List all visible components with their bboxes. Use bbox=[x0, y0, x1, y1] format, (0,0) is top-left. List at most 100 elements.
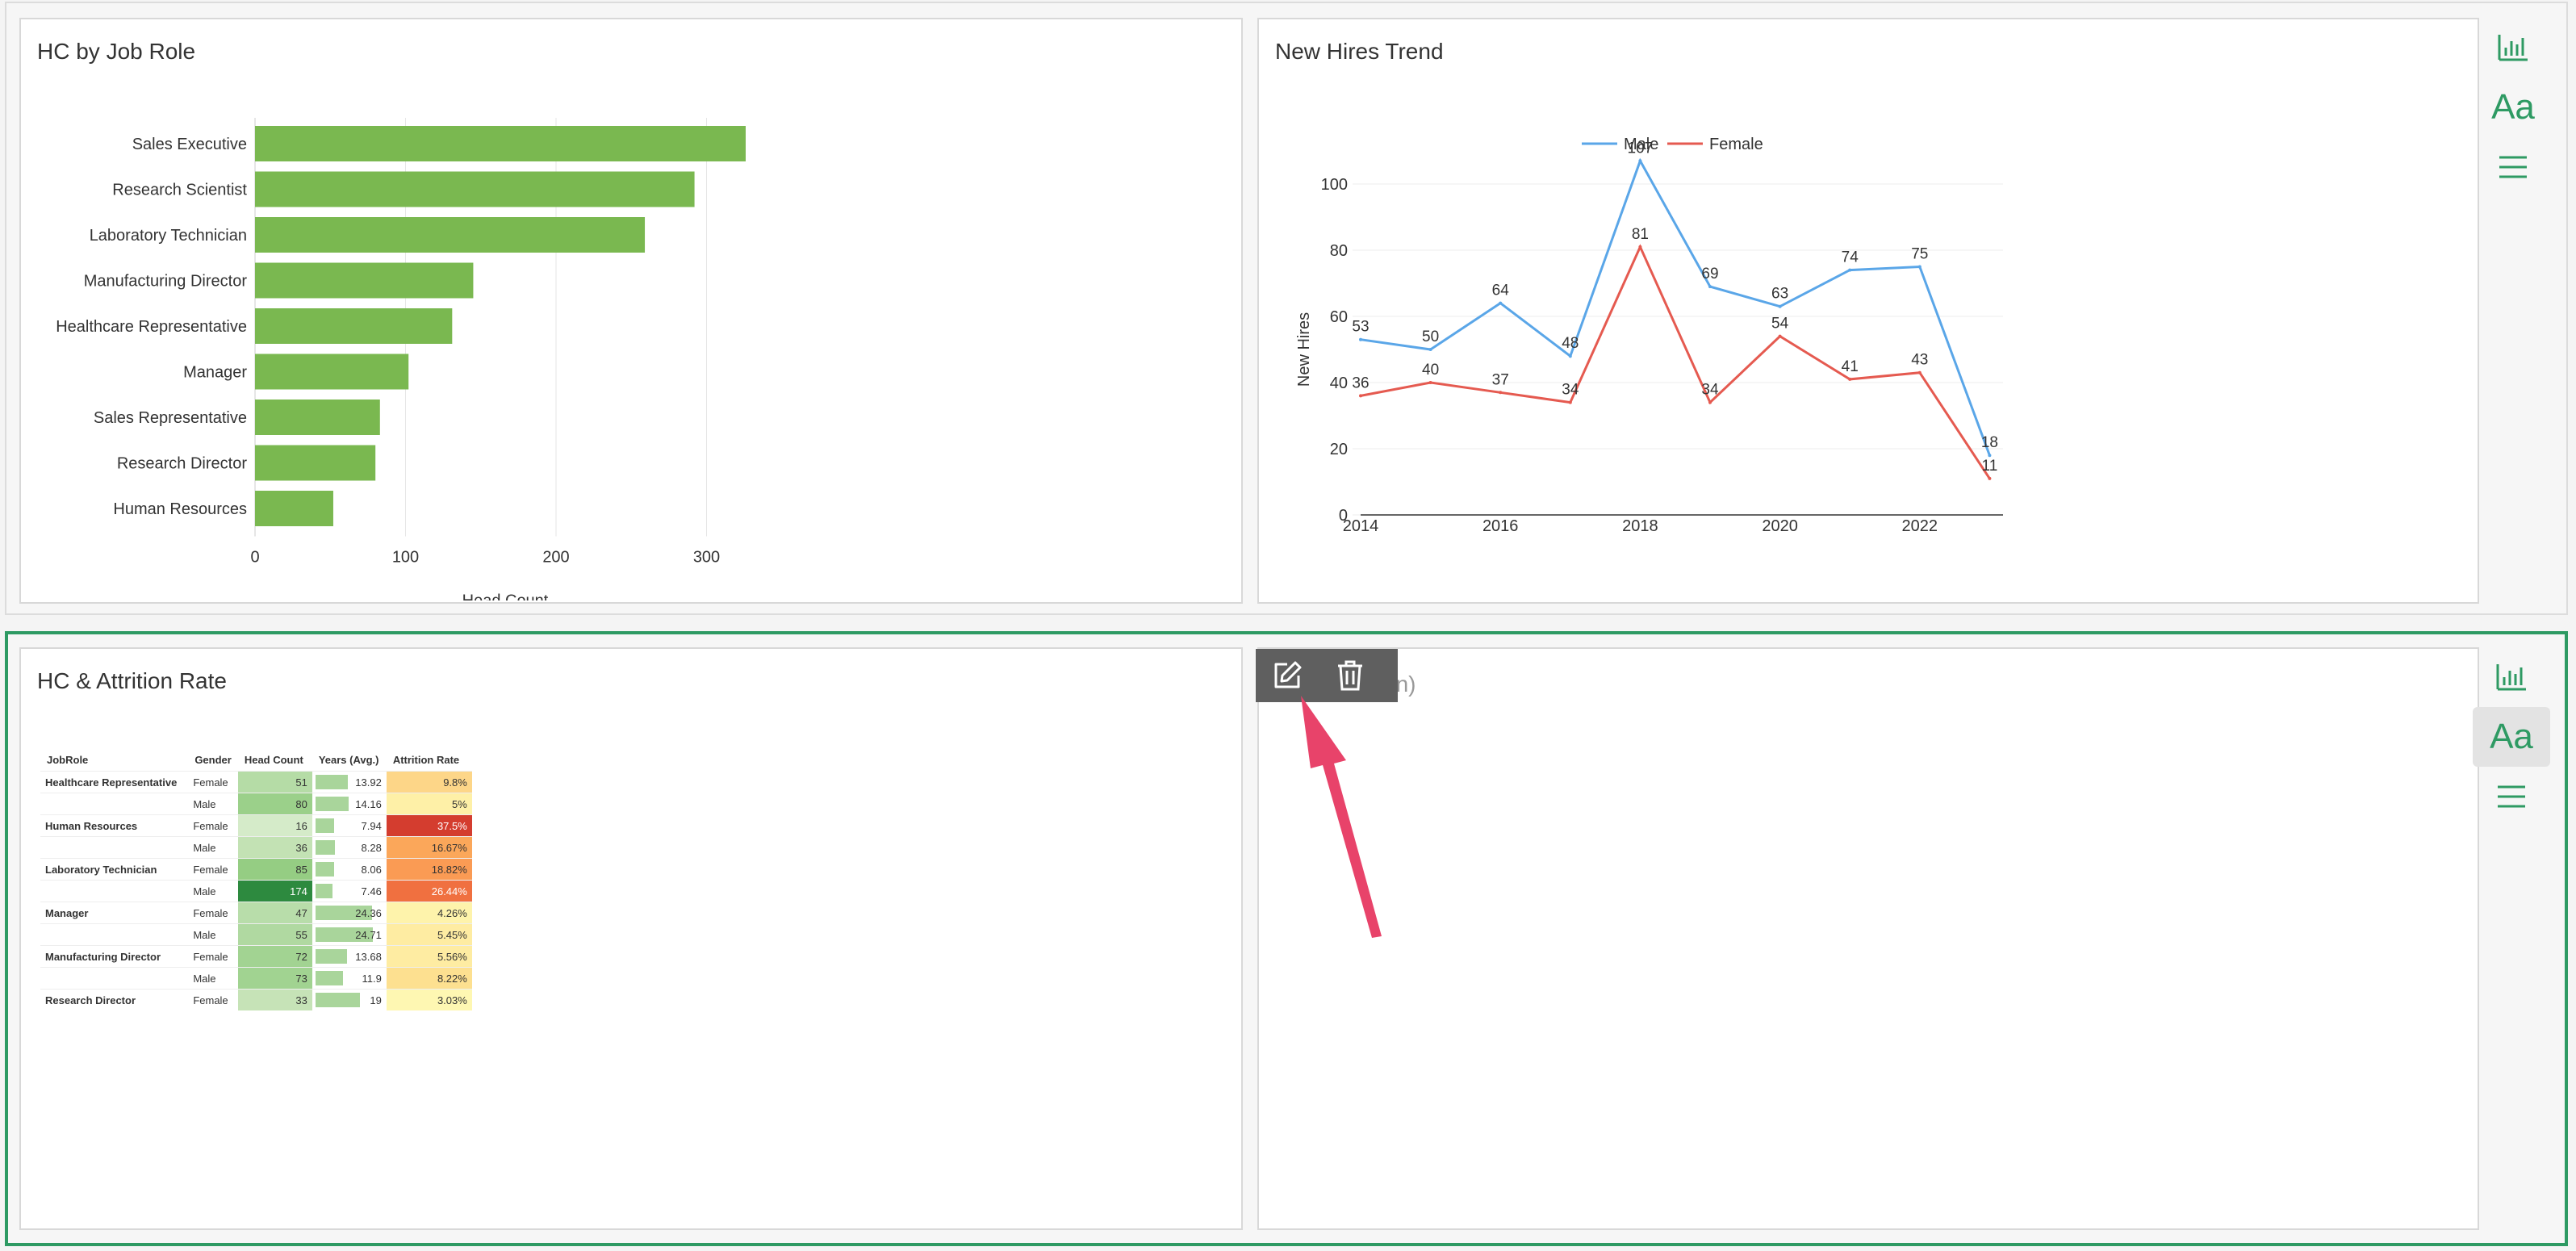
cell-attrition-rate: 16.67% bbox=[386, 836, 472, 859]
data-label: 54 bbox=[1771, 316, 1789, 333]
data-point bbox=[1428, 348, 1432, 351]
cell-years-avg: 19 bbox=[312, 989, 387, 1010]
text-format-button[interactable]: Aa bbox=[2474, 77, 2552, 137]
header-attrition-rate[interactable]: Attrition Rate bbox=[387, 747, 472, 772]
x-tick-label: 2018 bbox=[1622, 517, 1658, 535]
new-hires-trend-panel[interactable]: New Hires Trend 0 20 40 60 80 100 2014 2016 2018… bbox=[1257, 18, 2479, 604]
y-tick-label: Human Resources bbox=[113, 500, 247, 518]
y-tick-label: Laboratory Technician bbox=[90, 227, 247, 245]
years-value: 7.46 bbox=[361, 885, 382, 897]
menu-button[interactable] bbox=[2474, 137, 2552, 197]
cell-years-avg: 11.9 bbox=[312, 967, 387, 990]
bar bbox=[255, 308, 453, 344]
cell-jobrole: Laboratory Technician bbox=[40, 858, 189, 881]
y-tick-label: Sales Executive bbox=[132, 136, 247, 153]
bar-chart-icon bbox=[2498, 35, 2528, 61]
cell-attrition-rate: 26.44% bbox=[386, 880, 472, 902]
header-gender[interactable]: Gender bbox=[188, 747, 238, 772]
y-tick-label: Healthcare Representative bbox=[56, 318, 247, 336]
cell-attrition-rate: 37.5% bbox=[386, 814, 472, 837]
data-point bbox=[1568, 400, 1572, 404]
text-format-button[interactable]: Aa bbox=[2473, 707, 2550, 767]
data-point bbox=[1778, 334, 1782, 338]
data-point bbox=[1499, 391, 1503, 395]
data-label: 43 bbox=[1911, 352, 1928, 369]
years-bar bbox=[315, 818, 334, 833]
series-line bbox=[1360, 157, 1991, 456]
data-point bbox=[1708, 285, 1712, 289]
header-head-count[interactable]: Head Count bbox=[238, 747, 312, 772]
cell-attrition-rate: 5.56% bbox=[386, 945, 472, 968]
cell-years-avg: 7.46 bbox=[312, 880, 387, 902]
cell-years-avg: 7.94 bbox=[312, 814, 387, 837]
cell-jobrole bbox=[40, 836, 189, 859]
data-label: 74 bbox=[1842, 249, 1859, 266]
table-row: Male 80 14.16 5% bbox=[40, 793, 472, 815]
panel-title: HC & Attrition Rate bbox=[37, 668, 227, 693]
table-row: Male 174 7.46 26.44% bbox=[40, 880, 472, 902]
years-value: 13.68 bbox=[355, 950, 382, 963]
data-label: 48 bbox=[1562, 335, 1579, 352]
data-label: 36 bbox=[1352, 374, 1369, 391]
years-bar bbox=[315, 993, 360, 1007]
years-value: 24.36 bbox=[355, 906, 382, 919]
empty-panel[interactable] bbox=[1257, 647, 2479, 1230]
data-label: 75 bbox=[1911, 246, 1928, 263]
x-tick-label: 2016 bbox=[1482, 517, 1519, 535]
edit-toolbar bbox=[1256, 649, 1398, 702]
cell-head-count: 47 bbox=[237, 902, 312, 924]
data-label: 69 bbox=[1701, 266, 1718, 282]
cell-gender: Male bbox=[188, 836, 238, 859]
cell-head-count: 16 bbox=[237, 814, 312, 837]
hc-by-job-role-panel[interactable]: HC by Job Role 0 100 200 300 Sales Executive… bbox=[19, 18, 1243, 604]
years-value: 24.71 bbox=[355, 928, 382, 941]
cell-head-count: 33 bbox=[237, 989, 312, 1010]
data-label: 18 bbox=[1981, 434, 1998, 451]
cell-years-avg: 14.16 bbox=[312, 793, 387, 815]
chart-type-button[interactable] bbox=[2474, 18, 2552, 77]
table-row: Male 73 11.9 8.22% bbox=[40, 967, 472, 990]
cell-years-avg: 8.06 bbox=[312, 858, 387, 881]
legend-label: Female bbox=[1709, 136, 1763, 153]
line-chart: 0204060801002014 2016 2018 2020 2022New Hire… bbox=[1295, 136, 2003, 535]
cell-attrition-rate: 8.22% bbox=[386, 967, 472, 990]
cell-gender: Male bbox=[188, 923, 238, 946]
header-years-avg[interactable]: Years (Avg.) bbox=[312, 747, 387, 772]
panel-title: HC by Job Role bbox=[37, 39, 196, 64]
edit-icon bbox=[1274, 661, 1302, 688]
cell-years-avg: 24.36 bbox=[312, 902, 387, 924]
y-tick-label: 60 bbox=[1330, 308, 1348, 326]
years-value: 8.06 bbox=[361, 863, 382, 876]
data-point bbox=[1778, 304, 1782, 308]
cell-gender: Female bbox=[188, 945, 238, 968]
edit-button[interactable] bbox=[1256, 649, 1319, 702]
data-point bbox=[1359, 394, 1362, 398]
data-point bbox=[1917, 265, 1922, 269]
text-format-icon: Aa bbox=[2490, 717, 2533, 756]
years-bar bbox=[315, 884, 333, 898]
dashboard-row-bottom: HC & Attrition Rate JobRole Gender Head … bbox=[5, 631, 2568, 1246]
cell-years-avg: 8.28 bbox=[312, 836, 387, 859]
hc-attrition-table: JobRole Gender Head Count Years (Avg.) A… bbox=[40, 747, 472, 1010]
cell-head-count: 55 bbox=[237, 923, 312, 946]
cell-gender: Female bbox=[188, 814, 238, 837]
data-label: 34 bbox=[1701, 382, 1719, 399]
cell-attrition-rate: 5% bbox=[386, 793, 472, 815]
years-value: 13.92 bbox=[355, 776, 382, 789]
side-tools-top: Aa bbox=[2474, 18, 2552, 197]
menu-button[interactable] bbox=[2473, 767, 2550, 826]
data-point bbox=[1428, 381, 1432, 384]
header-jobrole[interactable]: JobRole bbox=[40, 747, 188, 772]
cell-jobrole: Manager bbox=[40, 902, 189, 924]
cell-head-count: 72 bbox=[237, 945, 312, 968]
menu-icon bbox=[2498, 785, 2525, 808]
hc-attrition-rate-panel[interactable]: HC & Attrition Rate JobRole Gender Head … bbox=[19, 647, 1243, 1230]
delete-button[interactable] bbox=[1319, 649, 1382, 702]
data-point bbox=[1359, 337, 1362, 341]
chart-type-button[interactable] bbox=[2473, 647, 2550, 707]
cell-head-count: 51 bbox=[237, 771, 312, 793]
data-label: 37 bbox=[1492, 371, 1509, 388]
table-row: Manufacturing Director Female 72 13.68 5.56% bbox=[40, 945, 472, 968]
bar bbox=[255, 126, 746, 161]
cell-jobrole: Manufacturing Director bbox=[40, 945, 189, 968]
